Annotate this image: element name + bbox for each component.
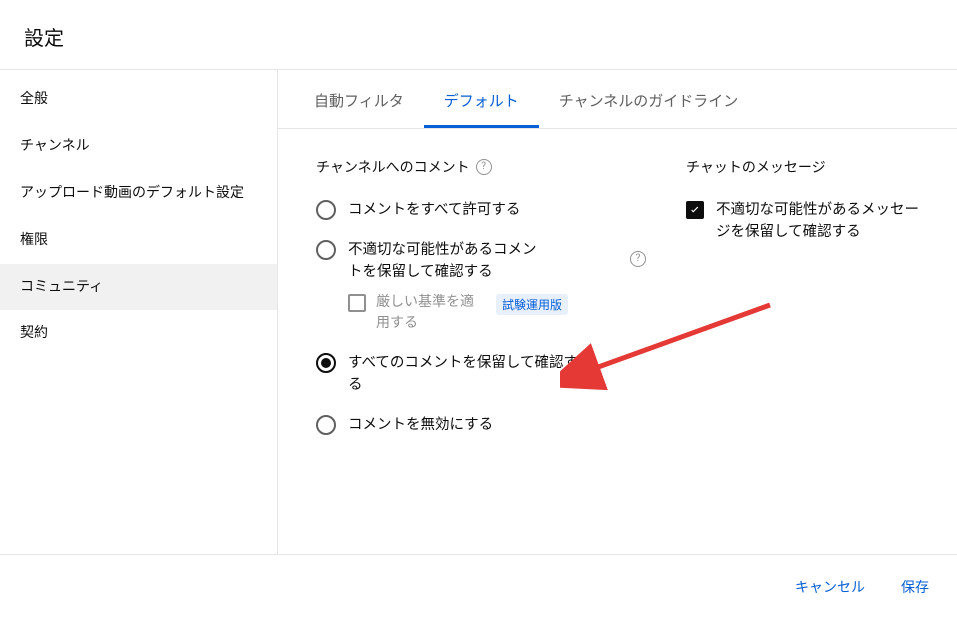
tab-label: 自動フィルタ — [314, 92, 404, 110]
sidebar-item-permissions[interactable]: 権限 — [0, 217, 277, 264]
checkbox-checked-icon — [686, 201, 704, 219]
radio-hold-all[interactable]: すべてのコメントを保留して確認する — [316, 352, 646, 396]
tab-label: デフォルト — [444, 92, 519, 110]
help-icon[interactable]: ? — [476, 159, 492, 175]
sidebar-item-label: 契約 — [20, 325, 48, 341]
sidebar-item-label: チャンネル — [20, 138, 90, 154]
sidebar-nav: 全般 チャンネル アップロード動画のデフォルト設定 権限 コミュニティ 契約 — [0, 70, 278, 554]
tab-auto-filter[interactable]: 自動フィルタ — [294, 70, 424, 128]
radio-hold-inappropriate[interactable]: 不適切な可能性があるコメントを保留して確認する — [316, 239, 620, 283]
chat-hold-checkbox[interactable]: 不適切な可能性があるメッセージを保留して確認する — [686, 199, 919, 243]
comments-section-title: チャンネルへのコメント ? — [316, 157, 646, 177]
radio-allow-all[interactable]: コメントをすべて許可する — [316, 199, 646, 221]
sidebar-item-channel[interactable]: チャンネル — [0, 123, 277, 170]
cancel-button[interactable]: キャンセル — [791, 571, 869, 603]
sidebar-item-general[interactable]: 全般 — [0, 76, 277, 123]
dialog-title: 設定 — [0, 0, 957, 69]
experimental-badge: 試験運用版 — [496, 294, 568, 315]
save-button[interactable]: 保存 — [897, 571, 933, 603]
radio-disable[interactable]: コメントを無効にする — [316, 414, 646, 436]
radio-label: すべてのコメントを保留して確認する — [348, 352, 578, 396]
sidebar-item-agreements[interactable]: 契約 — [0, 310, 277, 357]
radio-label: 不適切な可能性があるコメントを保留して確認する — [348, 239, 548, 283]
radio-label: コメントを無効にする — [348, 414, 646, 436]
checkbox-label: 厳しい基準を適用する — [376, 292, 486, 334]
dialog-footer: キャンセル 保存 — [0, 555, 957, 619]
sidebar-item-community[interactable]: コミュニティ — [0, 264, 277, 311]
sidebar-item-label: アップロード動画のデフォルト設定 — [20, 185, 244, 201]
comments-radio-group: コメントをすべて許可する 不適切な可能性があるコメントを保留して確認する ? — [316, 199, 646, 436]
radio-icon — [316, 200, 336, 220]
sidebar-item-label: コミュニティ — [20, 279, 103, 295]
sidebar-item-label: 全般 — [20, 91, 48, 107]
radio-label: コメントをすべて許可する — [348, 199, 646, 221]
sidebar-item-upload-defaults[interactable]: アップロード動画のデフォルト設定 — [0, 170, 277, 217]
tab-label: チャンネルのガイドライン — [559, 92, 739, 110]
tab-bar: 自動フィルタ デフォルト チャンネルのガイドライン — [278, 70, 957, 129]
tab-guidelines[interactable]: チャンネルのガイドライン — [539, 70, 759, 128]
tab-defaults[interactable]: デフォルト — [424, 70, 539, 128]
radio-icon — [316, 353, 336, 373]
help-icon[interactable]: ? — [630, 251, 646, 267]
sidebar-item-label: 権限 — [20, 232, 48, 248]
checkbox-label: 不適切な可能性があるメッセージを保留して確認する — [716, 199, 919, 243]
strict-checkbox-row[interactable]: 厳しい基準を適用する — [316, 292, 486, 334]
chat-section-title: チャットのメッセージ — [686, 157, 919, 177]
radio-icon — [316, 415, 336, 435]
radio-icon — [316, 240, 336, 260]
checkbox-icon — [348, 294, 366, 312]
